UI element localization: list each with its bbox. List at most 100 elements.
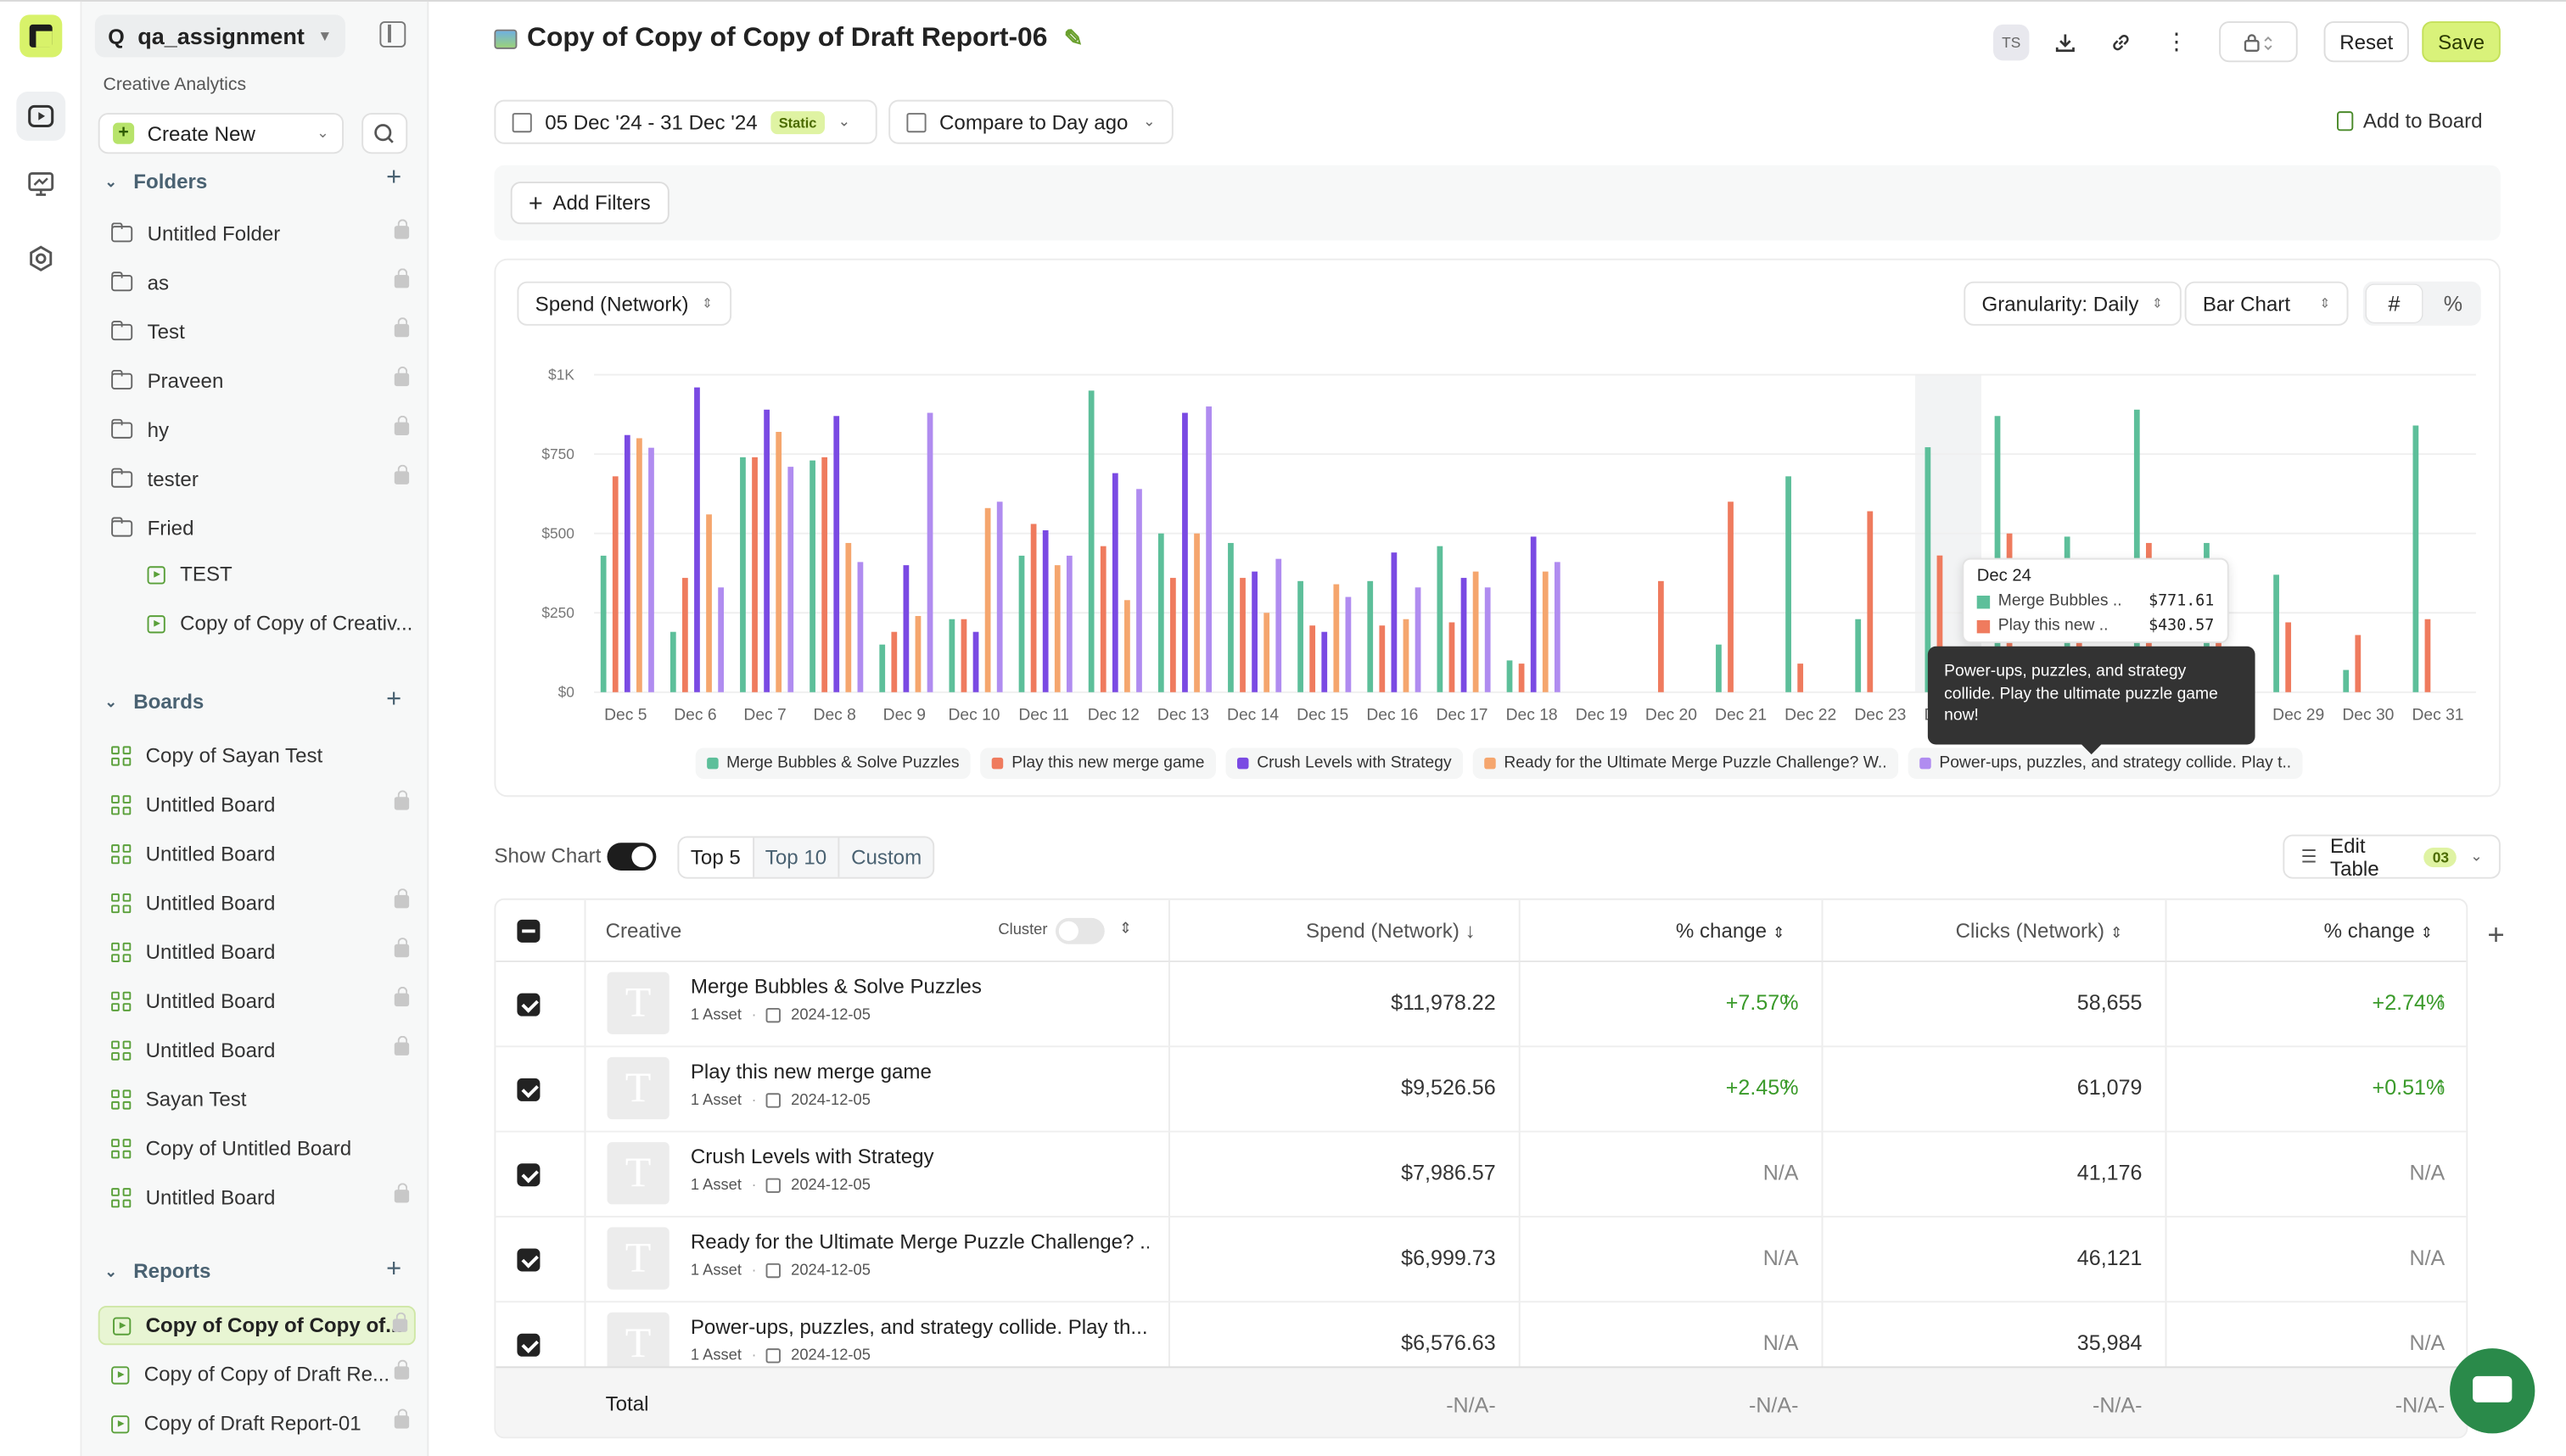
bar[interactable] <box>1124 600 1130 692</box>
cluster-toggle[interactable] <box>1055 917 1105 944</box>
sidebar-folder[interactable]: hy <box>98 411 416 450</box>
bar[interactable] <box>1018 555 1025 692</box>
date-range-picker[interactable]: 05 Dec '24 - 31 Dec '24 Static ⌄ <box>494 99 877 144</box>
clicks-column-header[interactable]: Clicks (Network) ⇕ <box>1956 920 2123 943</box>
bar[interactable] <box>1240 578 1246 692</box>
bar[interactable] <box>1403 619 1409 692</box>
row-checkbox[interactable] <box>517 1248 541 1272</box>
bar[interactable] <box>1367 580 1374 692</box>
bar[interactable] <box>996 501 1003 692</box>
sidebar-board[interactable]: Untitled Board <box>98 1179 416 1218</box>
bar[interactable] <box>1030 524 1037 692</box>
link-icon[interactable] <box>2104 21 2137 62</box>
sidebar-board[interactable]: Sayan Test <box>98 1080 416 1119</box>
bar[interactable] <box>1321 631 1328 692</box>
bar[interactable] <box>833 416 840 692</box>
bar[interactable] <box>612 476 619 692</box>
custom-tab[interactable]: Custom <box>838 837 933 877</box>
bar[interactable] <box>1448 622 1455 692</box>
bar[interactable] <box>1182 412 1188 692</box>
table-row[interactable]: T Play this new merge game 1 Asset · 2024-12… <box>496 1047 2467 1133</box>
sidebar-report[interactable]: Copy of Copy of Copy of... <box>98 1305 416 1346</box>
reset-button[interactable]: Reset <box>2323 21 2409 63</box>
add-board-button[interactable]: + <box>386 686 401 715</box>
legend-item[interactable]: Play this new merge game <box>980 748 1216 779</box>
avatar[interactable]: TS <box>1992 24 2030 61</box>
sidebar-folder[interactable]: as <box>98 263 416 302</box>
sidebar-report[interactable]: Copy of Draft Report-01 <box>98 1404 416 1443</box>
boards-section-header[interactable]: ⌄ Boards <box>104 691 204 714</box>
row-checkbox[interactable] <box>517 993 541 1016</box>
bar[interactable] <box>1391 552 1398 692</box>
spend-column-header[interactable]: Spend (Network) ↓ <box>1306 920 1476 943</box>
bar[interactable] <box>927 412 933 692</box>
lock-dropdown[interactable] <box>2219 21 2298 63</box>
bar[interactable] <box>706 514 712 692</box>
legend-item[interactable]: Crush Levels with Strategy <box>1225 748 1464 779</box>
bar[interactable] <box>1066 555 1073 692</box>
bar[interactable] <box>2424 619 2431 692</box>
bar[interactable] <box>1297 580 1303 692</box>
select-all-checkbox[interactable] <box>517 919 541 943</box>
bar[interactable] <box>2285 622 2292 692</box>
sidebar-board[interactable]: Untitled Board <box>98 786 416 825</box>
show-chart-toggle[interactable] <box>607 843 657 871</box>
legend-item[interactable]: Ready for the Ultimate Merge Puzzle Chal… <box>1472 748 1899 779</box>
bar[interactable] <box>1554 562 1560 692</box>
collapse-sidebar-icon[interactable] <box>379 21 406 48</box>
table-row[interactable]: T Crush Levels with Strategy 1 Asset · 2024-… <box>496 1133 2467 1218</box>
bar[interactable] <box>1484 587 1491 692</box>
bar[interactable] <box>972 631 979 692</box>
bar[interactable] <box>891 631 898 692</box>
bar[interactable] <box>1518 664 1525 692</box>
creative-analytics-icon[interactable] <box>16 91 66 141</box>
sidebar-board[interactable]: Untitled Board <box>98 883 416 922</box>
bar[interactable] <box>1460 578 1467 692</box>
bar[interactable] <box>787 467 794 692</box>
bar[interactable] <box>764 409 770 692</box>
bar[interactable] <box>915 615 922 692</box>
bar[interactable] <box>1252 571 1258 692</box>
bar[interactable] <box>1716 644 1722 692</box>
bar[interactable] <box>1136 489 1142 692</box>
more-options-icon[interactable]: ⋮ <box>2160 21 2193 62</box>
bar[interactable] <box>648 447 654 692</box>
sidebar-board[interactable]: Copy of Untitled Board <box>98 1129 416 1168</box>
bar[interactable] <box>1506 660 1513 692</box>
bar[interactable] <box>1785 476 1791 692</box>
bar[interactable] <box>2273 574 2279 692</box>
bar[interactable] <box>1437 546 1443 692</box>
sidebar-report[interactable]: Copy of Copy of Creativ... <box>98 604 416 643</box>
bar[interactable] <box>845 542 852 692</box>
bar[interactable] <box>1275 558 1282 692</box>
sidebar-folder[interactable]: Test <box>98 312 416 351</box>
row-checkbox[interactable] <box>517 1078 541 1101</box>
chat-support-button[interactable] <box>2450 1348 2535 1434</box>
bar[interactable] <box>682 578 688 692</box>
dashboard-icon[interactable] <box>16 159 65 208</box>
bar[interactable] <box>752 456 758 692</box>
change1-column-header[interactable]: % change ⇕ <box>1676 920 1785 943</box>
table-row[interactable]: T Ready for the Ultimate Merge Puzzle Cha… <box>496 1218 2467 1303</box>
report-title[interactable]: Copy of Copy of Copy of Draft Report-06 ✎ <box>494 23 1083 54</box>
change2-column-header[interactable]: % change ⇕ <box>2324 920 2434 943</box>
bar[interactable] <box>1530 536 1537 692</box>
bar[interactable] <box>2343 669 2350 692</box>
sidebar-board[interactable]: Untitled Board <box>98 982 416 1021</box>
creative-name[interactable]: Crush Levels with Strategy <box>691 1145 934 1168</box>
bar[interactable] <box>961 619 967 692</box>
table-row[interactable]: T Merge Bubbles & Solve Puzzles 1 Asset · 20… <box>496 962 2467 1048</box>
top10-tab[interactable]: Top 10 <box>752 837 838 877</box>
creative-name[interactable]: Merge Bubbles & Solve Puzzles <box>691 975 982 998</box>
bar[interactable] <box>2355 635 2362 692</box>
top-n-selector[interactable]: Top 5 Top 10 Custom <box>677 836 935 879</box>
bar[interactable] <box>857 562 864 692</box>
sidebar-folder[interactable]: Praveen <box>98 361 416 400</box>
legend-item[interactable]: Merge Bubbles & Solve Puzzles <box>695 748 972 779</box>
bar[interactable] <box>1333 584 1340 692</box>
bar[interactable] <box>1170 578 1176 692</box>
creative-name[interactable]: Play this new merge game <box>691 1061 932 1084</box>
bar[interactable] <box>1263 613 1270 692</box>
sidebar-board[interactable]: Untitled Board <box>98 835 416 874</box>
bar[interactable] <box>1658 580 1664 692</box>
